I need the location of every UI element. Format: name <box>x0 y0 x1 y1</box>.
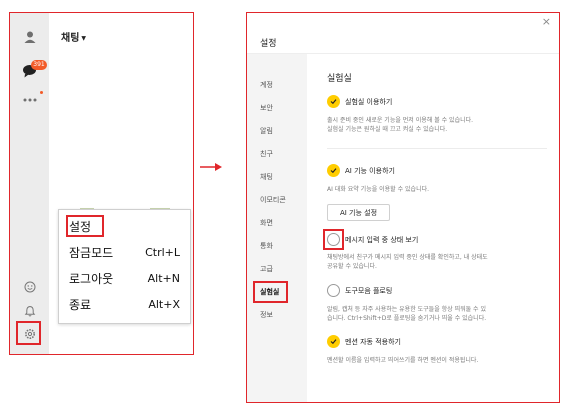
lab-enable-label: 실험실 이용하기 <box>345 98 393 106</box>
lab-heading: 실험실 <box>327 74 352 84</box>
chat-title-label: 채팅 <box>61 33 80 44</box>
check-icon <box>330 168 337 174</box>
toolbox-desc-line: 알림, 캡처 등 자주 사용하는 유용한 도구들을 항상 띄워둘 수 있 <box>327 306 486 313</box>
auto-mention-label: 멘션 자동 적용하기 <box>345 338 401 346</box>
typing-status-label: 메시지 입력 중 상태 보기 <box>345 236 419 244</box>
nav-item-advanced[interactable]: 고급 <box>260 264 273 274</box>
typing-status-desc-line: 공유할 수 있습니다. <box>327 263 377 270</box>
nav-item-display[interactable]: 화면 <box>260 218 273 228</box>
check-icon <box>330 99 337 105</box>
left-sidebar: 391 <box>10 13 49 354</box>
unread-badge: 391 <box>31 60 47 70</box>
menu-item-exit[interactable]: 종료 Alt+X <box>69 294 180 314</box>
chat-tab-title[interactable]: 채팅 ▼ <box>61 29 86 44</box>
settings-title: 설정 <box>260 39 277 49</box>
nav-item-account[interactable]: 계정 <box>260 80 273 90</box>
menu-label: 종료 <box>69 297 92 312</box>
friends-icon[interactable] <box>10 24 49 50</box>
nav-item-friends[interactable]: 친구 <box>260 149 273 159</box>
typing-status-highlight <box>323 229 344 250</box>
new-dot <box>40 91 43 94</box>
menu-shortcut: Alt+N <box>147 271 180 285</box>
nav-item-chat[interactable]: 채팅 <box>260 172 273 182</box>
ai-enable-desc: AI 대화 요약 기능을 이용할 수 있습니다. <box>327 186 430 193</box>
nav-item-security[interactable]: 보안 <box>260 103 273 113</box>
auto-mention-desc: 멘션할 이름을 입력하고 띄어쓰기를 하면 멘션이 적용됩니다. <box>327 357 479 364</box>
settings-nav: 계정 보안 알림 친구 채팅 이모티콘 화면 통화 고급 실험실 정보 <box>247 54 307 402</box>
lab-enable-checkbox[interactable] <box>327 95 340 108</box>
section-divider <box>327 148 547 149</box>
menu-shortcut: Ctrl+L <box>145 245 180 259</box>
menu-item-logout[interactable]: 로그아웃 Alt+N <box>69 268 180 288</box>
menu-label: 잠금모드 <box>69 245 114 260</box>
lab-enable-desc-line: 실험실 기능은 원하실 때 끄고 켜실 수 있습니다. <box>327 126 448 133</box>
nav-item-info[interactable]: 정보 <box>260 310 273 320</box>
toolbox-desc: 알림, 캡처 등 자주 사용하는 유용한 도구들을 항상 띄워둘 수 있 습니다… <box>327 305 547 323</box>
menu-item-lock-mode[interactable]: 잠금모드 Ctrl+L <box>69 242 180 262</box>
kakao-main-window: 391 채팅 ▼ 설정 잠금모드 Ctrl+L 로그아웃 Alt+N 종료 Alt+X <box>9 12 194 355</box>
arrow-right-icon <box>200 163 222 171</box>
ai-enable-label: AI 기능 이용하기 <box>345 167 395 175</box>
check-icon <box>330 339 337 345</box>
more-icon[interactable] <box>10 87 49 113</box>
emoticon-icon[interactable] <box>10 274 49 300</box>
auto-mention-checkbox[interactable] <box>327 335 340 348</box>
settings-menu-popup: 설정 잠금모드 Ctrl+L 로그아웃 Alt+N 종료 Alt+X <box>58 209 191 324</box>
nav-lab-highlight <box>253 281 288 303</box>
typing-status-desc-line: 채팅방에서 친구가 메시지 입력 중인 상태를 확인하고, 내 상태도 <box>327 254 488 261</box>
toolbox-desc-line: 습니다. Ctrl+Shift+D로 플로팅을 숨기거나 띄울 수 있습니다. <box>327 315 487 322</box>
settings-window: × 설정 계정 보안 알림 친구 채팅 이모티콘 화면 통화 고급 실험실 정보… <box>246 12 560 403</box>
toolbox-checkbox[interactable] <box>327 284 340 297</box>
nav-item-call[interactable]: 통화 <box>260 241 273 251</box>
ai-enable-checkbox[interactable] <box>327 164 340 177</box>
settings-gear-highlight <box>16 321 41 345</box>
menu-label: 로그아웃 <box>69 271 114 286</box>
toolbox-label: 도구모음 플로팅 <box>345 287 393 295</box>
dropdown-caret-icon: ▼ <box>81 34 87 42</box>
menu-shortcut: Alt+X <box>148 297 180 311</box>
ai-settings-button[interactable]: AI 기능 설정 <box>327 204 390 221</box>
nav-item-notifications[interactable]: 알림 <box>260 126 273 136</box>
lab-enable-desc-line: 출시 준비 중인 새로운 기능을 먼저 이용해 볼 수 있습니다. <box>327 117 474 124</box>
close-icon[interactable]: × <box>542 15 551 28</box>
nav-item-emoticon[interactable]: 이모티콘 <box>260 195 286 205</box>
settings-menu-highlight <box>66 215 104 237</box>
typing-status-desc: 채팅방에서 친구가 메시지 입력 중인 상태를 확인하고, 내 상태도 공유할 … <box>327 253 547 271</box>
lab-enable-desc: 출시 준비 중인 새로운 기능을 먼저 이용해 볼 수 있습니다. 실험실 기능… <box>327 116 547 134</box>
